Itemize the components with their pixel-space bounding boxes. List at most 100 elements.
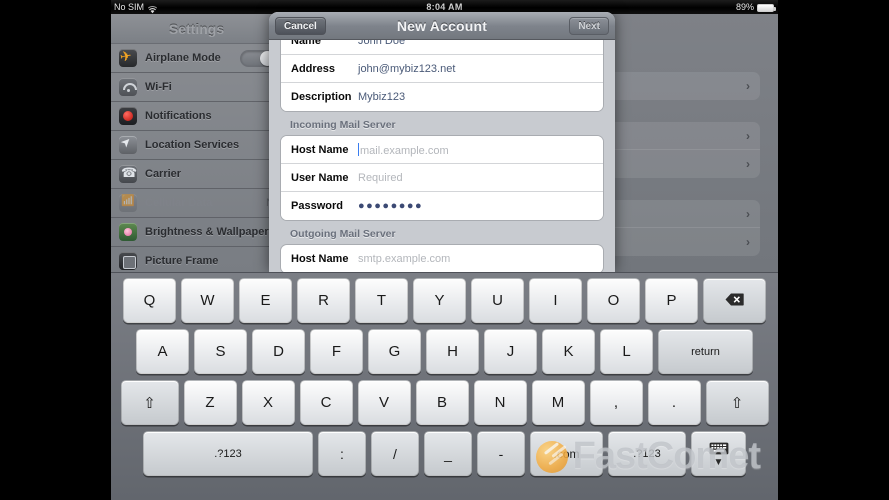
ipad-screenshot: No SIM 8:04 AM 89% Settings ✈ Airplane M… bbox=[0, 0, 889, 500]
key-i[interactable]: I bbox=[529, 278, 582, 323]
incoming-host-name-placeholder: mail.example.com bbox=[360, 144, 449, 157]
incoming-password-row[interactable]: Password ●●●●●●●● bbox=[281, 192, 603, 220]
key-period[interactable]: . bbox=[647, 380, 701, 425]
backspace-key[interactable] bbox=[703, 278, 766, 323]
new-account-modal: Cancel New Account Next Name John Doe Ad… bbox=[269, 12, 615, 272]
keyboard-row-1: Q W E R T Y U I O P bbox=[111, 278, 778, 323]
airplane-icon bbox=[119, 49, 137, 67]
shift-key-right[interactable]: ⇧ bbox=[705, 380, 769, 425]
key-c[interactable]: C bbox=[299, 380, 353, 425]
incoming-password-label: Password bbox=[291, 200, 343, 212]
key-w[interactable]: W bbox=[181, 278, 234, 323]
modal-form-body: Name John Doe Address john@mybiz123.net … bbox=[269, 40, 615, 272]
sidebar-item-cellular-data[interactable]: Cellular Data N bbox=[111, 189, 282, 218]
key-e[interactable]: E bbox=[239, 278, 292, 323]
sidebar-item-label: Airplane Mode bbox=[145, 52, 221, 64]
key-colon[interactable]: : bbox=[318, 431, 366, 476]
sidebar-item-label: Location Services bbox=[145, 139, 240, 151]
sidebar-item-label: Wi-Fi bbox=[145, 81, 172, 93]
key-v[interactable]: V bbox=[357, 380, 411, 425]
key-slash[interactable]: / bbox=[371, 431, 419, 476]
name-field-row[interactable]: Name John Doe bbox=[281, 40, 603, 55]
address-field-row[interactable]: Address john@mybiz123.net bbox=[281, 55, 603, 83]
sidebar-item-location-services[interactable]: Location Services bbox=[111, 131, 282, 160]
key-t[interactable]: T bbox=[355, 278, 408, 323]
key-q[interactable]: Q bbox=[123, 278, 176, 323]
incoming-mail-server-group: Host Name mail.example.com User Name Req… bbox=[280, 135, 604, 221]
incoming-host-name-row[interactable]: Host Name mail.example.com bbox=[281, 136, 603, 164]
sidebar-item-notifications[interactable]: Notifications bbox=[111, 102, 282, 131]
key-k[interactable]: K bbox=[542, 329, 595, 374]
flower-icon bbox=[119, 223, 137, 241]
incoming-user-name-label: User Name bbox=[291, 171, 349, 184]
key-o[interactable]: O bbox=[587, 278, 640, 323]
sidebar-item-label: Cellular Data bbox=[145, 197, 213, 209]
key-y[interactable]: Y bbox=[413, 278, 466, 323]
keyboard-row-3: ⇧ Z X C V B N M , . ⇧ bbox=[111, 380, 778, 425]
sidebar-item-brightness-wallpaper[interactable]: Brightness & Wallpaper bbox=[111, 218, 282, 247]
sidebar-item-label: Picture Frame bbox=[145, 255, 219, 267]
incoming-mail-server-heading: Incoming Mail Server bbox=[290, 119, 396, 131]
key-z[interactable]: Z bbox=[183, 380, 237, 425]
key-g[interactable]: G bbox=[368, 329, 421, 374]
outgoing-mail-server-heading: Outgoing Mail Server bbox=[290, 228, 396, 240]
outgoing-mail-server-group: Host Name smtp.example.com bbox=[280, 244, 604, 272]
key-x[interactable]: X bbox=[241, 380, 295, 425]
dotcom-key[interactable]: .com bbox=[530, 431, 603, 476]
sidebar-item-label: Brightness & Wallpaper bbox=[145, 226, 269, 238]
shift-key-left[interactable]: ⇧ bbox=[120, 380, 179, 425]
key-f[interactable]: F bbox=[310, 329, 363, 374]
key-r[interactable]: R bbox=[297, 278, 350, 323]
key-j[interactable]: J bbox=[484, 329, 537, 374]
settings-sidebar: Settings Airplane Mode Wi-Fi Notificatio… bbox=[111, 14, 283, 276]
chevron-right-icon: › bbox=[746, 235, 750, 249]
key-hyphen[interactable]: - bbox=[477, 431, 525, 476]
numeric-key-right[interactable]: .?123 bbox=[608, 431, 686, 476]
sidebar-item-wifi[interactable]: Wi-Fi bbox=[111, 73, 282, 102]
dismiss-keyboard-key[interactable]: ▼ bbox=[691, 431, 746, 476]
numeric-key-left[interactable]: .?123 bbox=[143, 431, 313, 476]
key-a[interactable]: A bbox=[136, 329, 189, 374]
delete-icon bbox=[725, 293, 744, 309]
incoming-host-name-input[interactable]: mail.example.com bbox=[358, 141, 449, 159]
battery-percent-label: 89% bbox=[735, 2, 754, 12]
incoming-password-input[interactable]: ●●●●●●●● bbox=[358, 200, 423, 212]
key-u[interactable]: U bbox=[471, 278, 524, 323]
incoming-host-name-label: Host Name bbox=[291, 143, 349, 156]
cancel-button[interactable]: Cancel bbox=[275, 17, 326, 35]
key-h[interactable]: H bbox=[426, 329, 479, 374]
key-comma[interactable]: , bbox=[589, 380, 643, 425]
picture-frame-icon bbox=[119, 252, 137, 270]
key-d[interactable]: D bbox=[252, 329, 305, 374]
key-s[interactable]: S bbox=[194, 329, 247, 374]
notifications-icon bbox=[119, 107, 137, 125]
description-field-label: Description bbox=[291, 91, 352, 103]
status-bar-right: 89% bbox=[735, 0, 776, 14]
incoming-user-name-input[interactable]: Required bbox=[358, 172, 403, 184]
return-key[interactable]: return bbox=[658, 329, 753, 374]
key-b[interactable]: B bbox=[415, 380, 469, 425]
description-field-row[interactable]: Description Mybiz123 bbox=[281, 83, 603, 111]
phone-icon bbox=[119, 165, 137, 183]
description-field-value: Mybiz123 bbox=[358, 91, 406, 103]
sidebar-item-carrier[interactable]: Carrier bbox=[111, 160, 282, 189]
location-arrow-icon bbox=[119, 136, 137, 154]
key-p[interactable]: P bbox=[645, 278, 698, 323]
chevron-down-icon: ▼ bbox=[713, 456, 724, 468]
outgoing-host-name-input[interactable]: smtp.example.com bbox=[358, 253, 450, 265]
outgoing-host-name-row[interactable]: Host Name smtp.example.com bbox=[281, 245, 603, 272]
sidebar-item-airplane-mode[interactable]: Airplane Mode bbox=[111, 44, 282, 73]
key-n[interactable]: N bbox=[473, 380, 527, 425]
sidebar-item-label: Notifications bbox=[145, 110, 212, 122]
next-button[interactable]: Next bbox=[569, 17, 609, 35]
outgoing-host-name-label: Host Name bbox=[291, 253, 349, 265]
key-underscore[interactable]: _ bbox=[424, 431, 472, 476]
page-title: Settings bbox=[111, 14, 282, 44]
account-info-group: Name John Doe Address john@mybiz123.net … bbox=[280, 40, 604, 112]
keyboard-row-2: A S D F G H J K L return bbox=[111, 329, 778, 374]
key-m[interactable]: M bbox=[531, 380, 585, 425]
address-field-label: Address bbox=[291, 62, 336, 75]
incoming-user-name-row[interactable]: User Name Required bbox=[281, 164, 603, 192]
key-l[interactable]: L bbox=[600, 329, 653, 374]
chevron-right-icon: › bbox=[746, 206, 750, 221]
